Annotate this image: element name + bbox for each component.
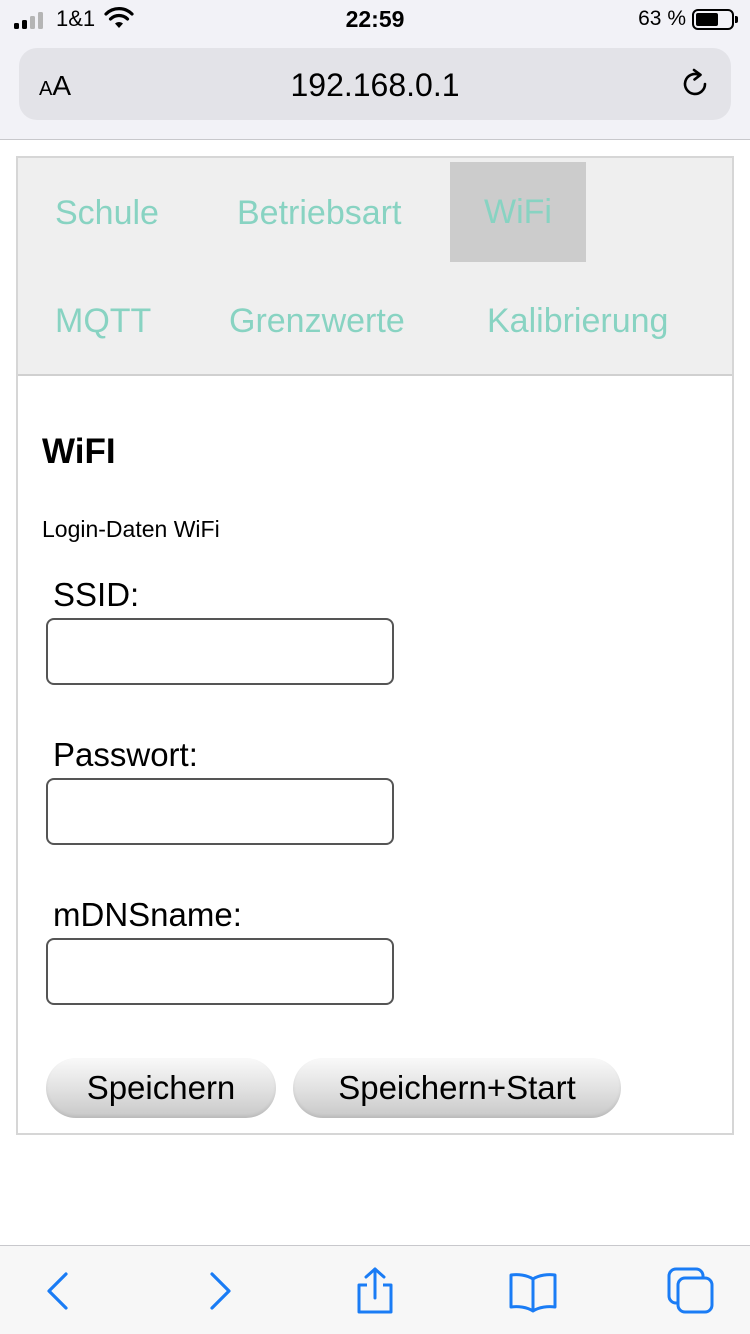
ssid-input[interactable]	[46, 618, 394, 685]
tab-kalibrierung[interactable]: Kalibrierung	[487, 302, 668, 341]
save-start-button[interactable]: Speichern+Start	[293, 1058, 621, 1118]
tab-mqtt[interactable]: MQTT	[55, 302, 151, 341]
bookmarks-icon[interactable]	[508, 1266, 558, 1316]
tab-grenzwerte[interactable]: Grenzwerte	[229, 302, 405, 341]
tab-bar: Schule Betriebsart WiFi MQTT Grenzwerte …	[18, 158, 732, 376]
battery-percent: 63 %	[638, 7, 686, 30]
password-label: Passwort:	[53, 736, 198, 773]
forward-icon[interactable]	[194, 1266, 244, 1316]
address-bar[interactable]: AA 192.168.0.1	[19, 48, 731, 120]
tab-schule[interactable]: Schule	[55, 194, 159, 233]
browser-address-area: AA 192.168.0.1	[0, 40, 750, 140]
status-bar: 1&1 22:59 63 %	[0, 0, 750, 40]
mdnsname-input[interactable]	[46, 938, 394, 1005]
url-text[interactable]: 192.168.0.1	[19, 67, 731, 104]
reload-icon[interactable]	[677, 66, 713, 102]
back-icon[interactable]	[34, 1266, 84, 1316]
ssid-label: SSID:	[53, 576, 140, 613]
section-subtitle: Login-Daten WiFi	[42, 516, 220, 542]
password-input[interactable]	[46, 778, 394, 845]
browser-toolbar	[0, 1245, 750, 1334]
tabs-icon[interactable]	[666, 1266, 716, 1316]
battery-icon	[692, 9, 738, 30]
mdnsname-label: mDNSname:	[53, 896, 242, 933]
tab-betriebsart[interactable]: Betriebsart	[237, 194, 401, 233]
save-button[interactable]: Speichern	[46, 1058, 276, 1118]
tab-wifi[interactable]: WiFi	[450, 162, 586, 262]
share-icon[interactable]	[350, 1266, 400, 1316]
section-title: WiFI	[42, 432, 116, 471]
web-page: Schule Betriebsart WiFi MQTT Grenzwerte …	[16, 156, 734, 1135]
